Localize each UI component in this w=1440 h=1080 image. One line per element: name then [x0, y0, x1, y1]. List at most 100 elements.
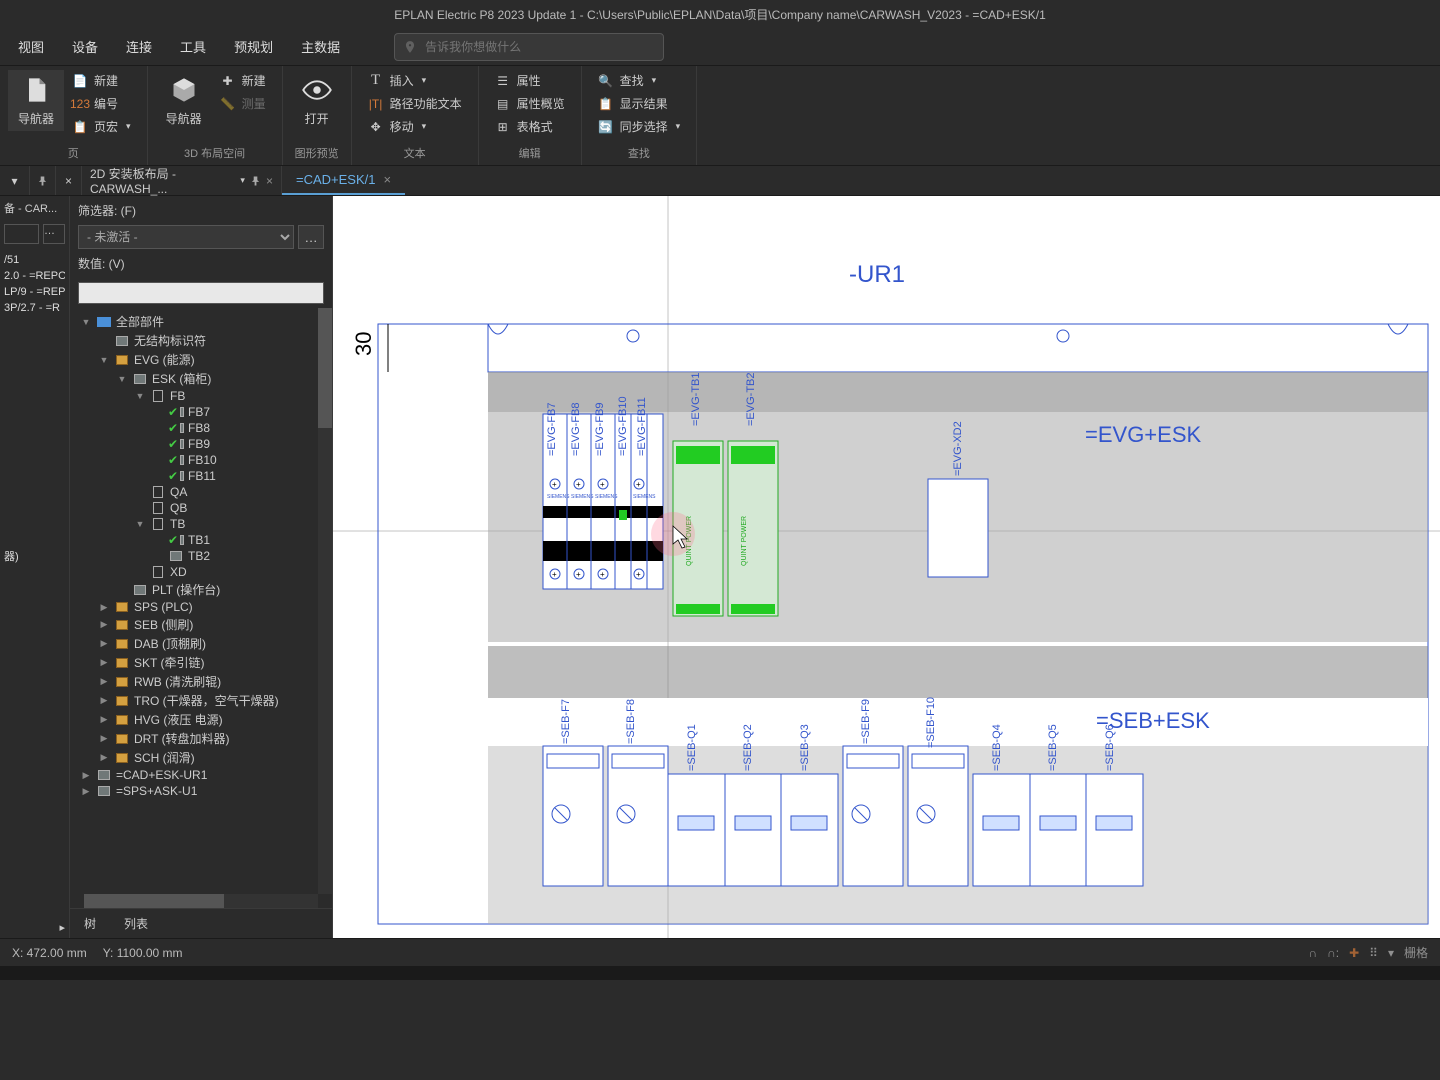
selector-2[interactable]: …	[43, 224, 65, 244]
tree-item[interactable]: ✔FB10	[70, 452, 332, 468]
snap-icon-1[interactable]: ∩	[1309, 946, 1318, 960]
panel-tab-layout[interactable]: 2D 安装板布局 - CARWASH_... ▾ ×	[82, 166, 282, 195]
search-box[interactable]	[394, 33, 664, 61]
tree-item[interactable]: ▶SCH (润滑)	[70, 748, 332, 767]
group-label-page: 页	[8, 141, 139, 165]
menu-preplan[interactable]: 预规划	[220, 29, 287, 64]
tree-item[interactable]: ▶TRO (干燥器，空气干燥器)	[70, 691, 332, 710]
tree-item[interactable]: XD	[70, 564, 332, 580]
search-location-icon	[403, 40, 417, 54]
vertical-scrollbar[interactable]	[318, 308, 332, 894]
props-overview-button[interactable]: ▤属性概览	[491, 93, 569, 114]
overview-icon: ▤	[495, 96, 511, 112]
selector-1[interactable]	[4, 224, 39, 244]
props-button[interactable]: ☰属性	[491, 70, 569, 91]
panel-tab-arrow[interactable]: ▾	[0, 166, 30, 195]
tree-item[interactable]: ▶RWB (清洗刷辊)	[70, 672, 332, 691]
navigator-3d-button[interactable]: 导航器	[156, 70, 212, 131]
svg-text:+: +	[576, 570, 581, 579]
tree-item[interactable]: ✔FB9	[70, 436, 332, 452]
list-item[interactable]: LP/9 - =REP	[4, 284, 65, 300]
svg-text:=SEB-F7: =SEB-F7	[560, 699, 572, 744]
menu-master[interactable]: 主数据	[287, 29, 354, 64]
tree-item[interactable]: 无结构标识符	[70, 331, 332, 350]
scrollbar-thumb[interactable]	[84, 894, 224, 908]
move-button[interactable]: ✥移动▾	[364, 116, 466, 137]
menu-view[interactable]: 视图	[4, 29, 58, 64]
chevron-down-icon: ▾	[240, 175, 245, 186]
horizontal-scrollbar[interactable]	[84, 894, 318, 908]
arrow-right-icon[interactable]: ▸	[0, 917, 69, 938]
tab-list[interactable]: 列表	[110, 909, 162, 938]
tree-item[interactable]: ▶SEB (侧刷)	[70, 615, 332, 634]
close-icon[interactable]: ×	[266, 174, 273, 188]
svg-text:QUINT POWER: QUINT POWER	[741, 516, 748, 566]
navigator-button[interactable]: 导航器	[8, 70, 64, 131]
filter-more-button[interactable]: …	[298, 225, 324, 249]
sync-select-button[interactable]: 🔄同步选择▾	[594, 116, 685, 137]
tree-item[interactable]: ▶DRT (转盘加料器)	[70, 729, 332, 748]
svg-text:SIEMENS: SIEMENS	[595, 494, 618, 500]
panel-tab-pin[interactable]	[30, 166, 56, 195]
tree-item[interactable]: ▶=CAD+ESK-UR1	[70, 767, 332, 783]
tree-item[interactable]: ▶HVG (液压 电源)	[70, 710, 332, 729]
menu-tools[interactable]: 工具	[166, 29, 220, 64]
tree-item[interactable]: ▼TB	[70, 516, 332, 532]
new-icon: ✚	[220, 73, 236, 89]
grid-label: 栅格	[1404, 944, 1428, 961]
new-page-button[interactable]: 📄新建	[68, 70, 135, 91]
show-results-button[interactable]: 📋显示结果	[594, 93, 685, 114]
tree-item[interactable]: ▶SKT (牵引链)	[70, 653, 332, 672]
value-input[interactable]	[78, 282, 324, 304]
panel-tab-close[interactable]: ×	[56, 166, 82, 195]
insert-text-button[interactable]: T插入▾	[364, 70, 466, 91]
tree-item[interactable]: ▼FB	[70, 388, 332, 404]
tree-item[interactable]: ✔FB7	[70, 404, 332, 420]
open-button[interactable]: 打开	[291, 70, 343, 131]
drawing-canvas[interactable]: -UR1 30 =EVG+ESK + + + +	[333, 196, 1440, 938]
filter-select[interactable]: - 未激活 -	[78, 225, 294, 249]
chevron-down-icon[interactable]: ▾	[1388, 946, 1394, 960]
snap-icon-2[interactable]: ∩:	[1327, 946, 1339, 960]
tree-item[interactable]: QA	[70, 484, 332, 500]
ruler-icon: 📏	[220, 96, 236, 112]
tree-item[interactable]: TB2	[70, 548, 332, 564]
number-button[interactable]: 123编号	[68, 93, 135, 114]
grid-icon[interactable]: ⠿	[1369, 946, 1378, 960]
tree-item[interactable]: PLT (操作台)	[70, 580, 332, 599]
scrollbar-thumb[interactable]	[318, 308, 332, 428]
tab-tree[interactable]: 树	[70, 909, 110, 938]
tree-item[interactable]: ▶SPS (PLC)	[70, 599, 332, 615]
list-item[interactable]: 3P/2.7 - =R	[4, 300, 65, 316]
search-icon: 🔍	[598, 73, 614, 89]
tree-item[interactable]: ✔TB1	[70, 532, 332, 548]
table-button[interactable]: ⊞表格式	[491, 116, 569, 137]
path-text-button[interactable]: |T|路径功能文本	[364, 93, 466, 114]
list-item[interactable]: 器)	[4, 546, 65, 566]
document-tab[interactable]: =CAD+ESK/1 ×	[282, 166, 405, 195]
tree-item[interactable]: ▶DAB (顶棚刷)	[70, 634, 332, 653]
tree-item[interactable]: ✔FB11	[70, 468, 332, 484]
find-button[interactable]: 🔍查找▾	[594, 70, 685, 91]
props-icon: ☰	[495, 73, 511, 89]
list-item[interactable]: 2.0 - =REPOR	[4, 268, 65, 284]
new-3d-button[interactable]: ✚新建	[216, 70, 270, 91]
close-tab-icon[interactable]: ×	[384, 172, 392, 187]
macro-button[interactable]: 📋页宏▾	[68, 116, 135, 137]
search-input[interactable]	[425, 40, 655, 54]
page-icon	[20, 74, 52, 106]
tree-item[interactable]: ▶=SPS+ASK-U1	[70, 783, 332, 799]
menu-connect[interactable]: 连接	[112, 29, 166, 64]
list-item[interactable]: /51	[4, 252, 65, 268]
number-icon: 123	[72, 96, 88, 112]
left-strip-items: /51 2.0 - =REPOR LP/9 - =REP 3P/2.7 - =R…	[0, 248, 69, 570]
tree-item[interactable]: ✔FB8	[70, 420, 332, 436]
ribbon: 导航器 📄新建 123编号 📋页宏▾ 页 导航器 ✚新建 📏测量 3D 布局空间	[0, 66, 1440, 166]
snap-add-icon[interactable]: ✚	[1349, 946, 1359, 960]
tree-item[interactable]: QB	[70, 500, 332, 516]
tree-item[interactable]: ▼EVG (能源)	[70, 350, 332, 369]
svg-text:=EVG-FB11: =EVG-FB11	[636, 397, 648, 456]
menu-device[interactable]: 设备	[58, 29, 112, 64]
tree-item[interactable]: ▼ESK (箱柜)	[70, 369, 332, 388]
tree-item[interactable]: ▼全部部件	[70, 312, 332, 331]
